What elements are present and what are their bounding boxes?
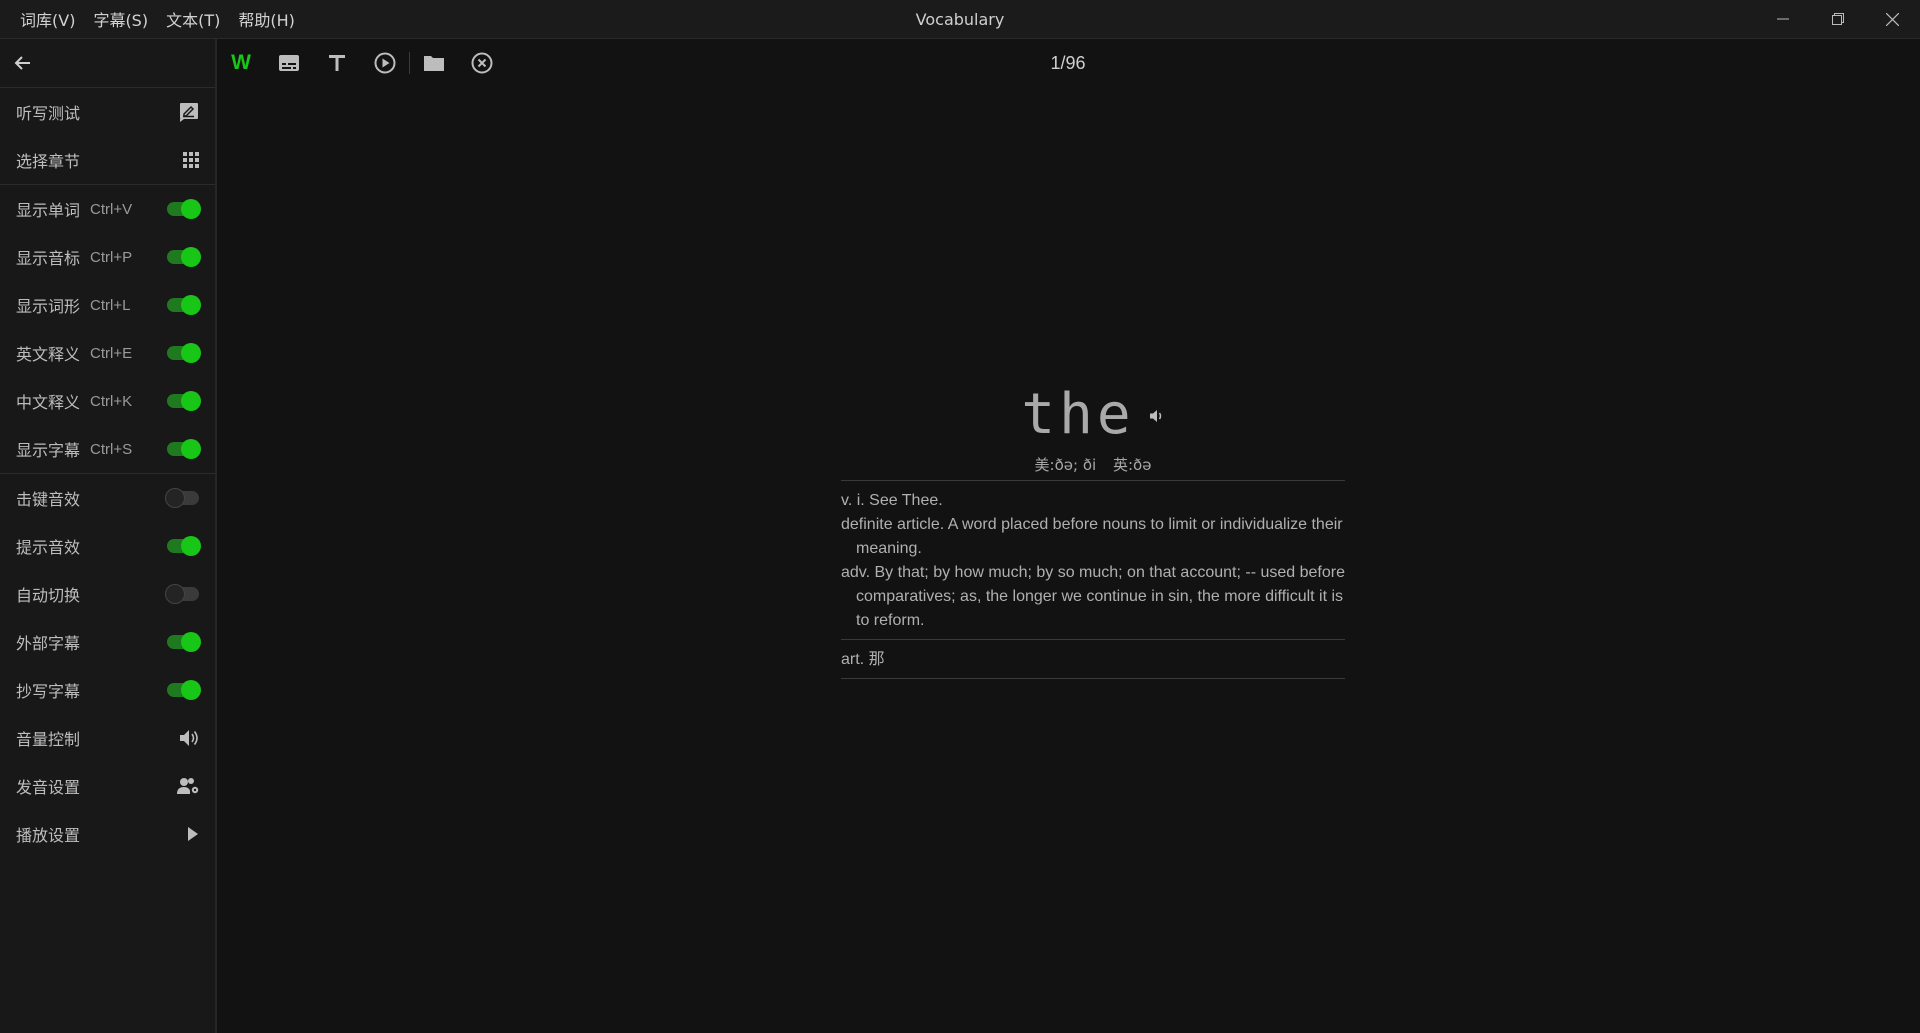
english-definition-toggle[interactable] [167, 343, 201, 363]
close-button[interactable] [1865, 0, 1920, 38]
main-toolbar: W [217, 39, 506, 87]
show-subtitles-toggle[interactable] [167, 439, 201, 459]
word-text: the [1021, 381, 1135, 447]
clear-button[interactable] [458, 39, 506, 87]
sidebar-item-external-subtitles[interactable]: 外部字幕 [0, 618, 215, 666]
sidebar-item-dictation[interactable]: 听写测试 [0, 88, 215, 136]
sidebar-item-hint-sound[interactable]: 提示音效 [0, 522, 215, 570]
sidebar-item-show-word-form[interactable]: 显示词形 Ctrl+L [0, 281, 215, 329]
menu-text[interactable]: 文本(T) [157, 7, 229, 31]
shortcut-label: Ctrl+S [90, 440, 133, 458]
sidebar-item-label: 击键音效 [16, 490, 81, 509]
sidebar-item-pronunciation[interactable]: 发音设置 [0, 762, 215, 810]
sidebar-item-label: 选择章节 [16, 152, 81, 171]
chinese-definition-toggle[interactable] [167, 391, 201, 411]
show-word-toggle[interactable] [167, 199, 201, 219]
back-arrow-icon[interactable] [14, 54, 32, 72]
shortcut-label: Ctrl+E [90, 344, 133, 362]
sidebar-item-label: 显示字幕 [16, 441, 81, 460]
sidebar-item-show-word[interactable]: 显示单词 Ctrl+V [0, 185, 215, 233]
play-arrow-icon [188, 827, 198, 841]
shortcut-label: Ctrl+K [90, 392, 133, 410]
minimize-button[interactable] [1755, 0, 1810, 38]
text-icon [329, 55, 345, 71]
folder-icon [424, 56, 444, 71]
menu-vocabulary[interactable]: 词库(V) [11, 7, 84, 31]
restore-icon [1831, 13, 1844, 25]
volume-icon [180, 730, 198, 746]
phonetic-line: 美:ðə; ði 英:ðə [841, 454, 1345, 480]
grid-icon [183, 152, 199, 168]
sidebar-item-show-subtitles[interactable]: 显示字幕 Ctrl+S [0, 425, 215, 473]
shortcut-label: Ctrl+V [90, 200, 133, 218]
speaker-icon [1149, 409, 1161, 422]
menu-help[interactable]: 帮助(H) [229, 7, 304, 31]
sidebar-item-label: 听写测试 [16, 104, 81, 123]
play-circle-icon [374, 52, 396, 74]
sidebar-item-show-phonetic[interactable]: 显示音标 Ctrl+P [0, 233, 215, 281]
sidebar-item-keystroke-sound[interactable]: 击键音效 [0, 474, 215, 522]
back-row [0, 39, 215, 88]
show-word-form-toggle[interactable] [167, 295, 201, 315]
sidebar-item-volume[interactable]: 音量控制 [0, 714, 215, 762]
sidebar-item-label: 提示音效 [16, 538, 81, 557]
title-bar: 词库(V) 字幕(S) 文本(T) 帮助(H) Vocabulary [0, 0, 1920, 39]
shortcut-label: Ctrl+P [90, 248, 133, 266]
shortcut-label: Ctrl+L [90, 296, 131, 314]
sidebar-item-chinese-definition[interactable]: 中文释义 Ctrl+K [0, 377, 215, 425]
sidebar-item-label: 抄写字幕 [16, 682, 81, 701]
window-controls [1755, 0, 1920, 38]
sidebar: 听写测试 选择章节 显示单词 Ctrl+V 显示音标 Ctrl+P 显示词形 C… [0, 39, 217, 1033]
definition-item: v. i. See Thee. [841, 492, 943, 509]
menu-subtitles[interactable]: 字幕(S) [84, 7, 157, 31]
sidebar-item-label: 英文释义 [16, 345, 81, 364]
minimize-icon [1776, 18, 1789, 20]
sidebar-item-auto-switch[interactable]: 自动切换 [0, 570, 215, 618]
sidebar-item-label: 显示音标 [16, 249, 81, 268]
keystroke-sound-toggle[interactable] [165, 488, 199, 508]
divider [841, 678, 1345, 679]
definition-item: adv. By that; by how much; by so much; o… [841, 564, 1345, 629]
sidebar-item-label: 自动切换 [16, 586, 81, 605]
auto-switch-toggle[interactable] [165, 584, 199, 604]
sidebar-item-label: 显示单词 [16, 201, 81, 220]
phonetic-uk: 英:ðə [1112, 456, 1152, 474]
open-folder-button[interactable] [410, 39, 458, 87]
subtitle-mode-button[interactable] [265, 39, 313, 87]
word-mode-icon: W [231, 51, 251, 74]
play-button[interactable] [361, 39, 409, 87]
close-circle-icon [471, 52, 493, 74]
hint-sound-toggle[interactable] [167, 536, 201, 556]
sidebar-item-select-chapter[interactable]: 选择章节 [0, 136, 215, 184]
english-definitions: v. i. See Thee. definite article. A word… [841, 481, 1345, 639]
chinese-definition: art. 那 [841, 651, 885, 668]
people-settings-icon [177, 778, 199, 794]
show-phonetic-toggle[interactable] [167, 247, 201, 267]
close-icon [1886, 12, 1899, 26]
word-card: the 美:ðə; ði 英:ðə v. i. See Thee. defini… [841, 378, 1345, 679]
sidebar-item-label: 中文释义 [16, 393, 81, 412]
sidebar-item-label: 播放设置 [16, 826, 81, 845]
word-line: the [841, 378, 1345, 450]
sidebar-item-copy-subtitles[interactable]: 抄写字幕 [0, 666, 215, 714]
text-mode-button[interactable] [313, 39, 361, 87]
definition-item: definite article. A word placed before n… [841, 516, 1343, 557]
sidebar-item-english-definition[interactable]: 英文释义 Ctrl+E [0, 329, 215, 377]
phonetic-us: 美:ðə; ði [1034, 456, 1097, 474]
copy-subtitles-toggle[interactable] [167, 680, 201, 700]
sidebar-item-playback[interactable]: 播放设置 [0, 810, 215, 858]
sidebar-item-label: 音量控制 [16, 730, 81, 749]
external-subtitles-toggle[interactable] [167, 632, 201, 652]
menu-bar: 词库(V) 字幕(S) 文本(T) 帮助(H) [11, 0, 304, 38]
sidebar-item-label: 外部字幕 [16, 634, 81, 653]
subtitles-icon [279, 55, 299, 71]
sidebar-item-label: 显示词形 [16, 297, 81, 316]
word-mode-button[interactable]: W [217, 39, 265, 87]
pronounce-button[interactable] [1149, 408, 1165, 427]
edit-note-icon [180, 103, 198, 122]
restore-button[interactable] [1810, 0, 1865, 38]
sidebar-item-label: 发音设置 [16, 778, 81, 797]
word-counter: 1/96 [1050, 53, 1086, 73]
